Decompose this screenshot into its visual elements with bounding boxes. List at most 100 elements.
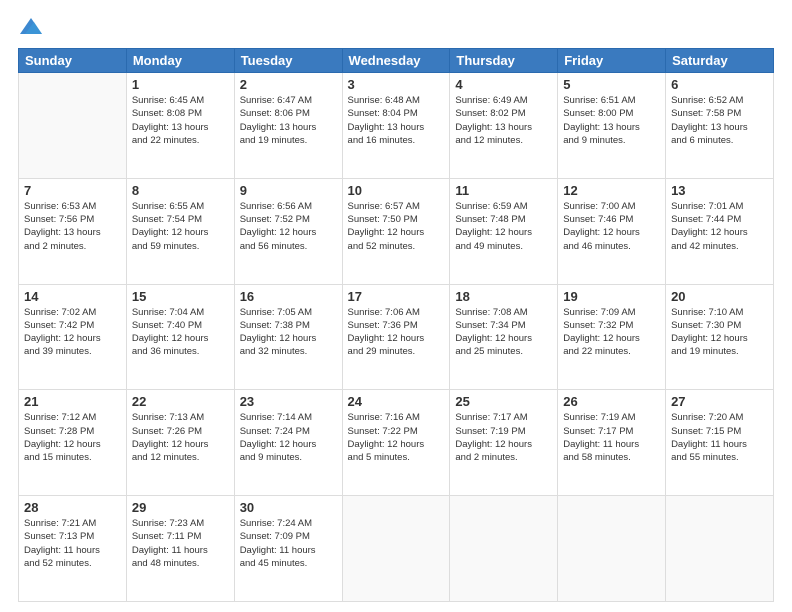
cell-info: Sunrise: 6:57 AM Sunset: 7:50 PM Dayligh… <box>348 200 445 253</box>
cell-info: Sunrise: 7:20 AM Sunset: 7:15 PM Dayligh… <box>671 411 768 464</box>
calendar-week-row: 14Sunrise: 7:02 AM Sunset: 7:42 PM Dayli… <box>19 284 774 390</box>
calendar-cell: 2 Sunrise: 6:47 AM Sunset: 8:06 PM Daylig… <box>234 73 342 179</box>
day-number: 7 <box>24 183 121 198</box>
cell-info: Sunrise: 6:45 AM Sunset: 8:08 PM Dayligh… <box>132 94 229 147</box>
cell-info: Sunrise: 7:02 AM Sunset: 7:42 PM Dayligh… <box>24 306 121 359</box>
cell-info: Sunrise: 6:49 AM Sunset: 8:02 PM Dayligh… <box>455 94 552 147</box>
cell-info: Sunrise: 7:04 AM Sunset: 7:40 PM Dayligh… <box>132 306 229 359</box>
cell-info: Sunrise: 7:13 AM Sunset: 7:26 PM Dayligh… <box>132 411 229 464</box>
day-header: Friday <box>558 49 666 73</box>
calendar-cell: 18 Sunrise: 7:08 AM Sunset: 7:34 PM Dayli… <box>450 284 558 390</box>
day-number: 12 <box>563 183 660 198</box>
day-header: Saturday <box>666 49 774 73</box>
calendar-cell: 11 Sunrise: 6:59 AM Sunset: 7:48 PM Dayli… <box>450 178 558 284</box>
cell-info: Sunrise: 6:59 AM Sunset: 7:48 PM Dayligh… <box>455 200 552 253</box>
cell-info: Sunrise: 7:01 AM Sunset: 7:44 PM Dayligh… <box>671 200 768 253</box>
cell-info: Sunrise: 7:09 AM Sunset: 7:32 PM Dayligh… <box>563 306 660 359</box>
calendar-cell: 30 Sunrise: 7:24 AM Sunset: 7:09 PM Dayli… <box>234 496 342 602</box>
cell-info: Sunrise: 7:08 AM Sunset: 7:34 PM Dayligh… <box>455 306 552 359</box>
cell-info: Sunrise: 7:23 AM Sunset: 7:11 PM Dayligh… <box>132 517 229 570</box>
day-number: 29 <box>132 500 229 515</box>
calendar-cell: 14Sunrise: 7:02 AM Sunset: 7:42 PM Dayli… <box>19 284 127 390</box>
day-header: Wednesday <box>342 49 450 73</box>
day-number: 25 <box>455 394 552 409</box>
calendar-cell: 24 Sunrise: 7:16 AM Sunset: 7:22 PM Dayli… <box>342 390 450 496</box>
day-number: 22 <box>132 394 229 409</box>
logo <box>18 18 42 38</box>
day-number: 5 <box>563 77 660 92</box>
calendar-cell: 15 Sunrise: 7:04 AM Sunset: 7:40 PM Dayli… <box>126 284 234 390</box>
day-number: 9 <box>240 183 337 198</box>
calendar-table: SundayMondayTuesdayWednesdayThursdayFrid… <box>18 48 774 602</box>
day-number: 28 <box>24 500 121 515</box>
cell-info: Sunrise: 7:10 AM Sunset: 7:30 PM Dayligh… <box>671 306 768 359</box>
calendar-week-row: 21 Sunrise: 7:12 AM Sunset: 7:28 PM Dayli… <box>19 390 774 496</box>
calendar-cell: 17 Sunrise: 7:06 AM Sunset: 7:36 PM Dayli… <box>342 284 450 390</box>
calendar-cell: 1Sunrise: 6:45 AM Sunset: 8:08 PM Daylig… <box>126 73 234 179</box>
day-number: 13 <box>671 183 768 198</box>
day-number: 8 <box>132 183 229 198</box>
day-number: 6 <box>671 77 768 92</box>
calendar-cell <box>558 496 666 602</box>
day-number: 23 <box>240 394 337 409</box>
calendar-cell: 29 Sunrise: 7:23 AM Sunset: 7:11 PM Dayli… <box>126 496 234 602</box>
day-number: 21 <box>24 394 121 409</box>
calendar-header-row: SundayMondayTuesdayWednesdayThursdayFrid… <box>19 49 774 73</box>
day-header: Sunday <box>19 49 127 73</box>
calendar-cell: 8 Sunrise: 6:55 AM Sunset: 7:54 PM Daylig… <box>126 178 234 284</box>
day-header: Thursday <box>450 49 558 73</box>
calendar-cell: 4 Sunrise: 6:49 AM Sunset: 8:02 PM Daylig… <box>450 73 558 179</box>
cell-info: Sunrise: 6:55 AM Sunset: 7:54 PM Dayligh… <box>132 200 229 253</box>
cell-info: Sunrise: 6:53 AM Sunset: 7:56 PM Dayligh… <box>24 200 121 253</box>
calendar-cell: 13 Sunrise: 7:01 AM Sunset: 7:44 PM Dayli… <box>666 178 774 284</box>
calendar-cell: 20 Sunrise: 7:10 AM Sunset: 7:30 PM Dayli… <box>666 284 774 390</box>
logo-icon <box>20 16 42 38</box>
day-number: 11 <box>455 183 552 198</box>
calendar-week-row: 7 Sunrise: 6:53 AM Sunset: 7:56 PM Daylig… <box>19 178 774 284</box>
cell-info: Sunrise: 6:52 AM Sunset: 7:58 PM Dayligh… <box>671 94 768 147</box>
calendar-cell: 28 Sunrise: 7:21 AM Sunset: 7:13 PM Dayli… <box>19 496 127 602</box>
day-number: 4 <box>455 77 552 92</box>
cell-info: Sunrise: 6:47 AM Sunset: 8:06 PM Dayligh… <box>240 94 337 147</box>
day-number: 19 <box>563 289 660 304</box>
day-number: 30 <box>240 500 337 515</box>
cell-info: Sunrise: 7:21 AM Sunset: 7:13 PM Dayligh… <box>24 517 121 570</box>
cell-info: Sunrise: 7:12 AM Sunset: 7:28 PM Dayligh… <box>24 411 121 464</box>
cell-info: Sunrise: 7:14 AM Sunset: 7:24 PM Dayligh… <box>240 411 337 464</box>
page: SundayMondayTuesdayWednesdayThursdayFrid… <box>0 0 792 612</box>
header <box>18 18 774 38</box>
day-number: 20 <box>671 289 768 304</box>
day-number: 15 <box>132 289 229 304</box>
calendar-cell: 12Sunrise: 7:00 AM Sunset: 7:46 PM Dayli… <box>558 178 666 284</box>
calendar-cell: 23 Sunrise: 7:14 AM Sunset: 7:24 PM Dayli… <box>234 390 342 496</box>
calendar-cell: 6 Sunrise: 6:52 AM Sunset: 7:58 PM Daylig… <box>666 73 774 179</box>
calendar-cell: 19 Sunrise: 7:09 AM Sunset: 7:32 PM Dayli… <box>558 284 666 390</box>
calendar-week-row: 28 Sunrise: 7:21 AM Sunset: 7:13 PM Dayli… <box>19 496 774 602</box>
day-number: 24 <box>348 394 445 409</box>
day-number: 18 <box>455 289 552 304</box>
day-number: 10 <box>348 183 445 198</box>
cell-info: Sunrise: 7:06 AM Sunset: 7:36 PM Dayligh… <box>348 306 445 359</box>
day-number: 17 <box>348 289 445 304</box>
day-number: 2 <box>240 77 337 92</box>
calendar-cell: 27 Sunrise: 7:20 AM Sunset: 7:15 PM Dayli… <box>666 390 774 496</box>
calendar-cell <box>666 496 774 602</box>
day-number: 27 <box>671 394 768 409</box>
day-header: Tuesday <box>234 49 342 73</box>
cell-info: Sunrise: 7:17 AM Sunset: 7:19 PM Dayligh… <box>455 411 552 464</box>
cell-info: Sunrise: 7:16 AM Sunset: 7:22 PM Dayligh… <box>348 411 445 464</box>
cell-info: Sunrise: 6:48 AM Sunset: 8:04 PM Dayligh… <box>348 94 445 147</box>
cell-info: Sunrise: 6:56 AM Sunset: 7:52 PM Dayligh… <box>240 200 337 253</box>
calendar-cell: 26Sunrise: 7:19 AM Sunset: 7:17 PM Dayli… <box>558 390 666 496</box>
calendar-cell: 7 Sunrise: 6:53 AM Sunset: 7:56 PM Daylig… <box>19 178 127 284</box>
cell-info: Sunrise: 6:51 AM Sunset: 8:00 PM Dayligh… <box>563 94 660 147</box>
day-number: 3 <box>348 77 445 92</box>
cell-info: Sunrise: 7:19 AM Sunset: 7:17 PM Dayligh… <box>563 411 660 464</box>
day-number: 16 <box>240 289 337 304</box>
calendar-cell: 25 Sunrise: 7:17 AM Sunset: 7:19 PM Dayli… <box>450 390 558 496</box>
cell-info: Sunrise: 7:24 AM Sunset: 7:09 PM Dayligh… <box>240 517 337 570</box>
day-header: Monday <box>126 49 234 73</box>
calendar-cell <box>342 496 450 602</box>
calendar-cell: 5 Sunrise: 6:51 AM Sunset: 8:00 PM Daylig… <box>558 73 666 179</box>
calendar-cell: 21 Sunrise: 7:12 AM Sunset: 7:28 PM Dayli… <box>19 390 127 496</box>
